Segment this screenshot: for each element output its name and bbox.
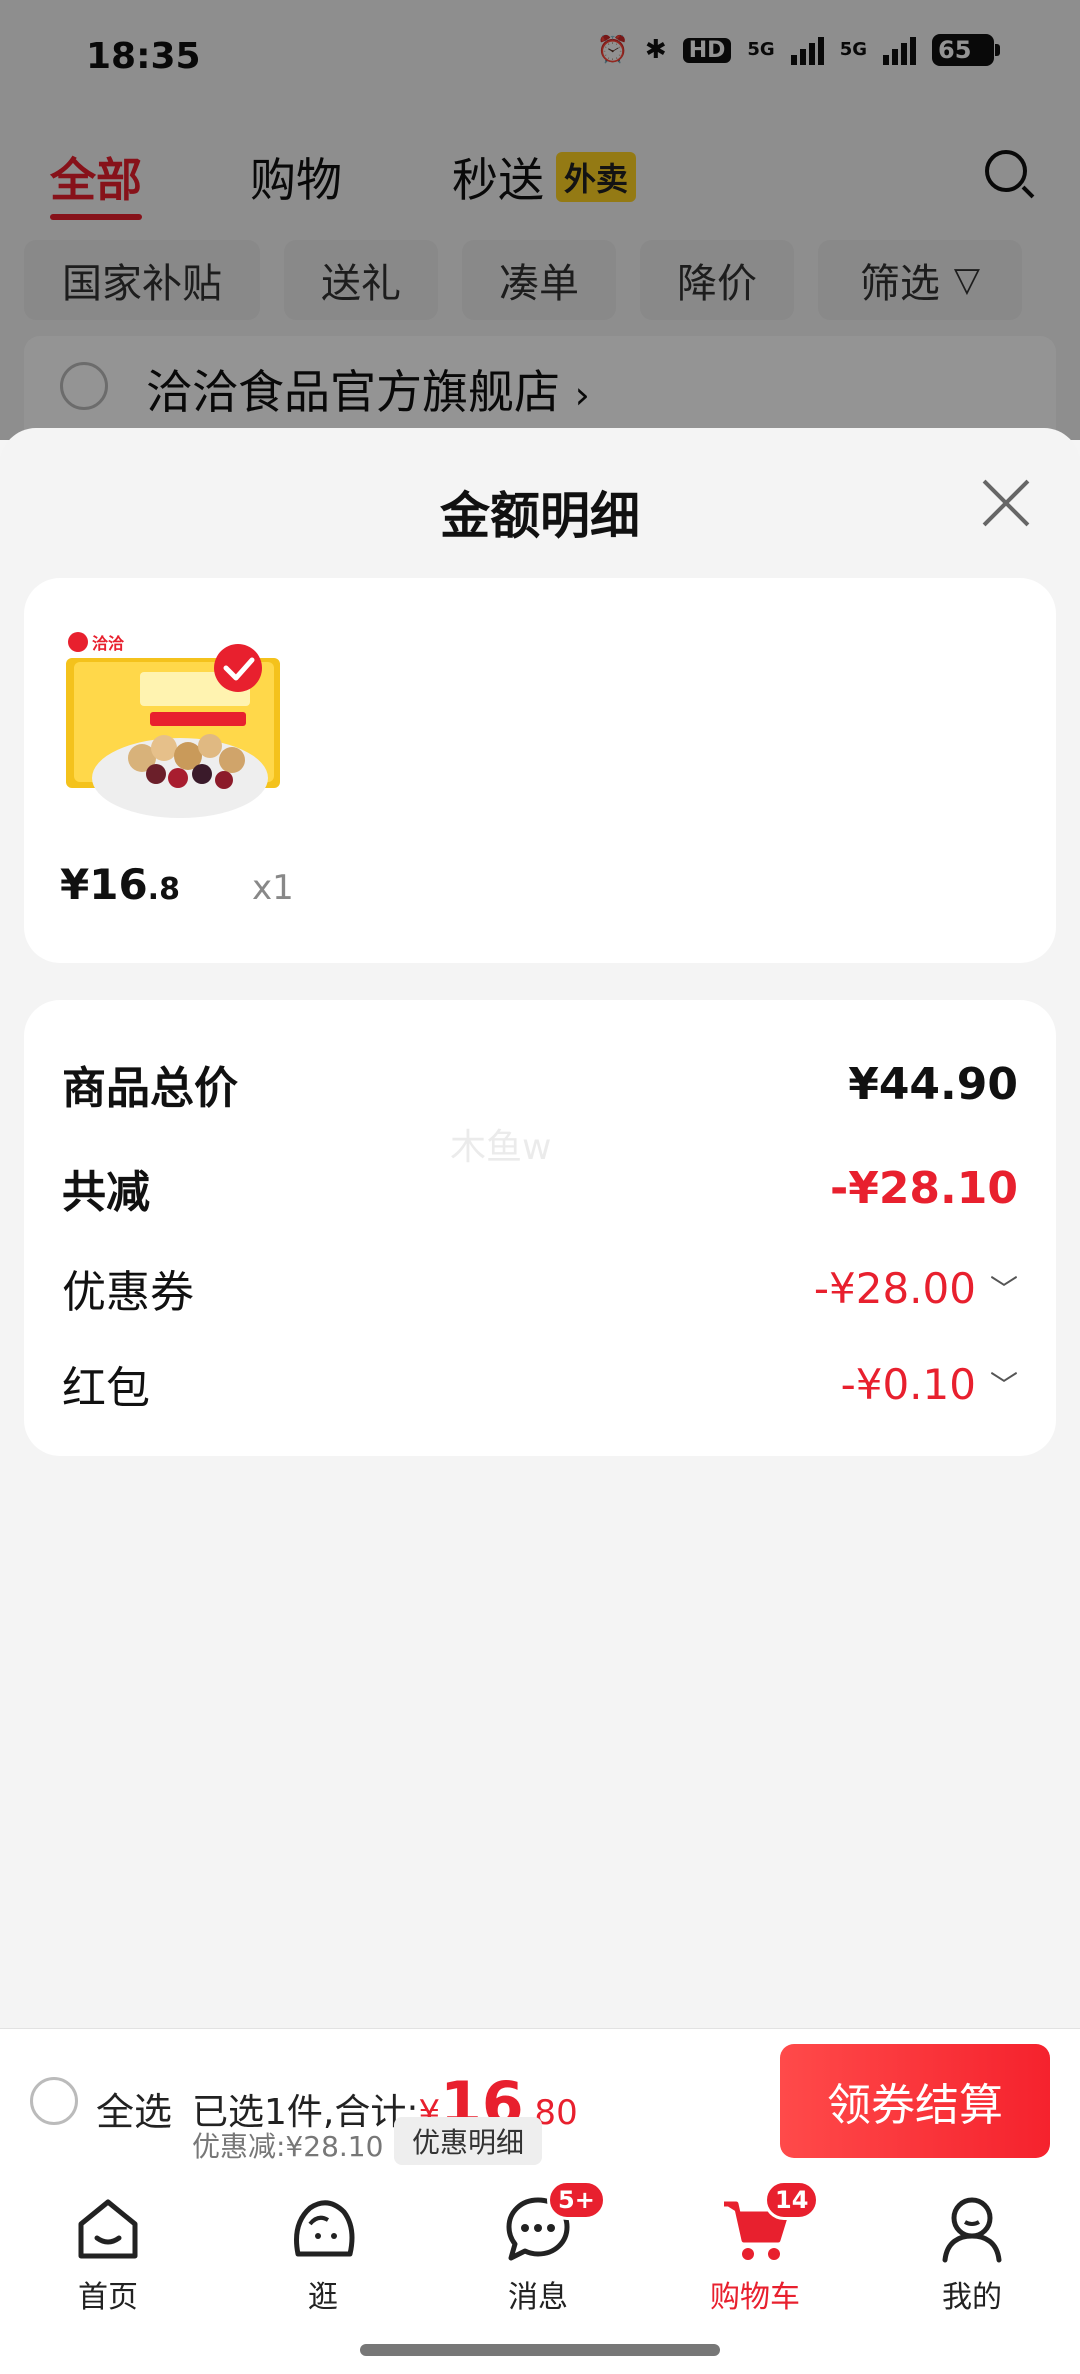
total-value: ¥44.90 [848,1058,1018,1110]
coupon-value-wrap: -¥28.00 ﹀ [814,1264,1018,1313]
product-qty: x1 [252,868,294,908]
coupon-label: 优惠券 [62,1267,194,1318]
redpacket-label: 红包 [62,1363,150,1414]
chevron-down-icon: ﹀ [989,1272,1018,1306]
select-all-label[interactable]: 全选 [96,2081,172,2136]
dim-overlay[interactable] [0,0,1080,440]
redpacket-value: -¥0.10 [840,1359,976,1409]
message-icon: 5+ [503,2180,606,2264]
cart-badge: 14 [764,2180,820,2220]
product-card: 洽洽 ¥16.8 x1 [24,578,1056,963]
nav-profile-label: 我的 [942,2280,1002,2315]
coupon-row[interactable]: 优惠券 -¥28.00 ﹀ [62,1256,1018,1320]
watermark: 木鱼w [450,1127,552,1168]
checkout-button[interactable]: 领券结算 [780,2044,1050,2158]
explore-icon [288,2194,358,2264]
total-row: 商品总价 ¥44.90 [62,1052,1018,1116]
reduced-label: 共减 [62,1167,150,1218]
amount-detail-sheet: 金额明细 洽洽 ¥16.8 x1 商品总价 ¥44.90 共减 -¥28.10 … [0,428,1080,2028]
nav-explore-label: 逛 [308,2280,338,2315]
nav-messages[interactable]: 5+ 消息 [463,2180,613,2316]
cart-icon: 14 [720,2180,820,2264]
redpacket-row[interactable]: 红包 -¥0.10 ﹀ [62,1352,1018,1416]
messages-badge: 5+ [547,2180,606,2220]
chevron-down-icon: ﹀ [989,1368,1018,1402]
price-summary-card: 商品总价 ¥44.90 共减 -¥28.10 优惠券 -¥28.00 ﹀ 红包 -… [24,1000,1056,1456]
product-price-dec: .8 [147,872,180,907]
svg-text:洽洽: 洽洽 [92,634,125,653]
checkout-bar: 全选 已选1件,合计:¥16.80 优惠减:¥28.10 优惠明细 领券结算 [0,2028,1080,2176]
total-label: 商品总价 [62,1063,238,1114]
nav-profile[interactable]: 我的 [897,2194,1047,2316]
nav-messages-label: 消息 [508,2280,568,2315]
product-image[interactable]: 洽洽 [60,628,300,828]
nav-home[interactable]: 首页 [33,2194,183,2316]
close-icon[interactable] [975,473,1035,533]
profile-icon [937,2194,1007,2264]
discount-line: 优惠减:¥28.10 [192,2130,384,2163]
redpacket-value-wrap: -¥0.10 ﹀ [841,1360,1018,1409]
sheet-title: 金额明细 [440,487,640,545]
nav-cart-label: 购物车 [710,2280,800,2315]
discount-detail-button[interactable]: 优惠明细 [394,2117,543,2165]
product-price: ¥16.8 [60,860,180,909]
product-price-int: ¥16 [60,860,148,909]
select-all-radio[interactable] [30,2077,78,2125]
reduced-value: -¥28.10 [829,1162,1018,1214]
nav-cart[interactable]: 14 购物车 [680,2180,830,2316]
nav-home-label: 首页 [78,2280,138,2315]
home-indicator[interactable] [360,2344,720,2356]
home-icon [73,2194,143,2264]
nav-explore[interactable]: 逛 [248,2194,398,2316]
coupon-value: -¥28.00 [813,1263,976,1313]
